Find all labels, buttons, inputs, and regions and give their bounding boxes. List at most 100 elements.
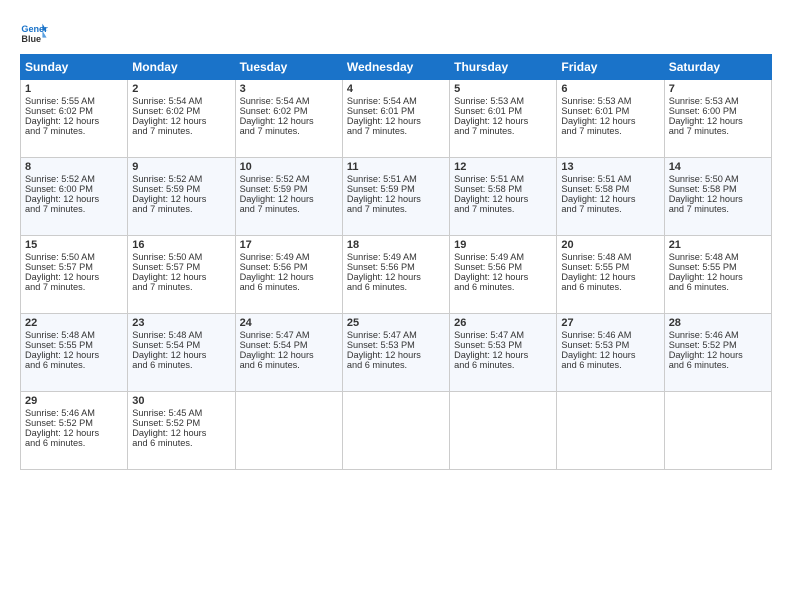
day-number: 19 (454, 239, 552, 251)
calendar-cell: 1Sunrise: 5:55 AMSunset: 6:02 PMDaylight… (21, 80, 128, 158)
day-info: Sunset: 5:55 PM (561, 262, 659, 272)
day-number: 25 (347, 317, 445, 329)
day-number: 24 (240, 317, 338, 329)
calendar-cell (342, 392, 449, 470)
calendar-cell: 25Sunrise: 5:47 AMSunset: 5:53 PMDayligh… (342, 314, 449, 392)
day-info: and 7 minutes. (132, 126, 230, 136)
day-info: Sunrise: 5:50 AM (132, 252, 230, 262)
day-info: Daylight: 12 hours (132, 194, 230, 204)
day-info: Sunrise: 5:53 AM (669, 96, 767, 106)
day-info: and 6 minutes. (25, 438, 123, 448)
day-info: Sunset: 5:54 PM (132, 340, 230, 350)
day-info: Sunrise: 5:47 AM (240, 330, 338, 340)
day-info: Sunrise: 5:50 AM (669, 174, 767, 184)
day-info: Daylight: 12 hours (561, 350, 659, 360)
day-info: Sunset: 5:59 PM (347, 184, 445, 194)
calendar-cell: 15Sunrise: 5:50 AMSunset: 5:57 PMDayligh… (21, 236, 128, 314)
calendar-cell: 29Sunrise: 5:46 AMSunset: 5:52 PMDayligh… (21, 392, 128, 470)
day-number: 22 (25, 317, 123, 329)
col-header-thursday: Thursday (450, 55, 557, 80)
calendar-cell: 16Sunrise: 5:50 AMSunset: 5:57 PMDayligh… (128, 236, 235, 314)
day-info: Daylight: 12 hours (240, 350, 338, 360)
day-number: 30 (132, 395, 230, 407)
week-row-1: 1Sunrise: 5:55 AMSunset: 6:02 PMDaylight… (21, 80, 772, 158)
day-info: Sunset: 5:58 PM (669, 184, 767, 194)
day-info: Sunrise: 5:51 AM (561, 174, 659, 184)
day-info: Sunrise: 5:52 AM (132, 174, 230, 184)
calendar-cell: 23Sunrise: 5:48 AMSunset: 5:54 PMDayligh… (128, 314, 235, 392)
day-info: Sunset: 5:53 PM (454, 340, 552, 350)
day-number: 20 (561, 239, 659, 251)
calendar-cell: 3Sunrise: 5:54 AMSunset: 6:02 PMDaylight… (235, 80, 342, 158)
calendar-cell (235, 392, 342, 470)
day-info: and 7 minutes. (240, 204, 338, 214)
day-info: Sunset: 6:01 PM (561, 106, 659, 116)
calendar-cell: 13Sunrise: 5:51 AMSunset: 5:58 PMDayligh… (557, 158, 664, 236)
page: General Blue SundayMondayTuesdayWednesda… (0, 0, 792, 612)
calendar-cell: 24Sunrise: 5:47 AMSunset: 5:54 PMDayligh… (235, 314, 342, 392)
col-header-saturday: Saturday (664, 55, 771, 80)
header: General Blue (20, 18, 772, 46)
day-info: Daylight: 12 hours (25, 116, 123, 126)
day-info: and 6 minutes. (240, 360, 338, 370)
calendar-cell: 6Sunrise: 5:53 AMSunset: 6:01 PMDaylight… (557, 80, 664, 158)
day-info: Sunset: 5:56 PM (454, 262, 552, 272)
col-header-wednesday: Wednesday (342, 55, 449, 80)
day-number: 23 (132, 317, 230, 329)
day-info: and 6 minutes. (669, 360, 767, 370)
day-info: Sunset: 5:56 PM (347, 262, 445, 272)
day-info: Sunrise: 5:54 AM (347, 96, 445, 106)
day-info: Sunset: 5:59 PM (240, 184, 338, 194)
day-info: Sunrise: 5:46 AM (561, 330, 659, 340)
day-number: 16 (132, 239, 230, 251)
day-info: and 7 minutes. (454, 126, 552, 136)
day-info: Sunrise: 5:53 AM (561, 96, 659, 106)
day-info: Sunrise: 5:54 AM (132, 96, 230, 106)
calendar-cell: 20Sunrise: 5:48 AMSunset: 5:55 PMDayligh… (557, 236, 664, 314)
day-info: and 7 minutes. (561, 126, 659, 136)
day-info: and 6 minutes. (454, 360, 552, 370)
day-info: and 6 minutes. (132, 438, 230, 448)
day-info: and 7 minutes. (669, 126, 767, 136)
week-row-5: 29Sunrise: 5:46 AMSunset: 5:52 PMDayligh… (21, 392, 772, 470)
day-info: Daylight: 12 hours (25, 194, 123, 204)
calendar-cell: 14Sunrise: 5:50 AMSunset: 5:58 PMDayligh… (664, 158, 771, 236)
day-info: and 7 minutes. (25, 282, 123, 292)
day-info: and 7 minutes. (454, 204, 552, 214)
calendar-cell: 2Sunrise: 5:54 AMSunset: 6:02 PMDaylight… (128, 80, 235, 158)
col-header-tuesday: Tuesday (235, 55, 342, 80)
calendar-cell: 19Sunrise: 5:49 AMSunset: 5:56 PMDayligh… (450, 236, 557, 314)
calendar-cell: 27Sunrise: 5:46 AMSunset: 5:53 PMDayligh… (557, 314, 664, 392)
day-info: Sunrise: 5:52 AM (25, 174, 123, 184)
day-info: Daylight: 12 hours (561, 272, 659, 282)
day-info: Daylight: 12 hours (25, 272, 123, 282)
day-info: Daylight: 12 hours (132, 350, 230, 360)
calendar-table: SundayMondayTuesdayWednesdayThursdayFrid… (20, 54, 772, 470)
day-info: Sunset: 5:57 PM (25, 262, 123, 272)
calendar-cell (664, 392, 771, 470)
day-info: Sunrise: 5:49 AM (454, 252, 552, 262)
day-info: and 6 minutes. (561, 282, 659, 292)
col-header-monday: Monday (128, 55, 235, 80)
day-number: 7 (669, 83, 767, 95)
day-info: Sunrise: 5:46 AM (25, 408, 123, 418)
day-info: Daylight: 12 hours (669, 272, 767, 282)
day-info: Sunset: 5:55 PM (25, 340, 123, 350)
day-info: Sunset: 6:02 PM (132, 106, 230, 116)
day-info: Sunrise: 5:51 AM (454, 174, 552, 184)
day-info: Sunrise: 5:48 AM (132, 330, 230, 340)
day-info: Sunrise: 5:49 AM (347, 252, 445, 262)
day-info: Daylight: 12 hours (454, 194, 552, 204)
day-number: 2 (132, 83, 230, 95)
day-info: Daylight: 12 hours (347, 116, 445, 126)
calendar-cell: 9Sunrise: 5:52 AMSunset: 5:59 PMDaylight… (128, 158, 235, 236)
calendar-cell: 18Sunrise: 5:49 AMSunset: 5:56 PMDayligh… (342, 236, 449, 314)
day-number: 21 (669, 239, 767, 251)
day-info: Sunset: 6:00 PM (669, 106, 767, 116)
day-info: Sunrise: 5:54 AM (240, 96, 338, 106)
logo-icon: General Blue (20, 18, 48, 46)
day-number: 8 (25, 161, 123, 173)
day-info: Daylight: 12 hours (132, 116, 230, 126)
calendar-cell: 28Sunrise: 5:46 AMSunset: 5:52 PMDayligh… (664, 314, 771, 392)
day-info: Sunset: 5:59 PM (132, 184, 230, 194)
